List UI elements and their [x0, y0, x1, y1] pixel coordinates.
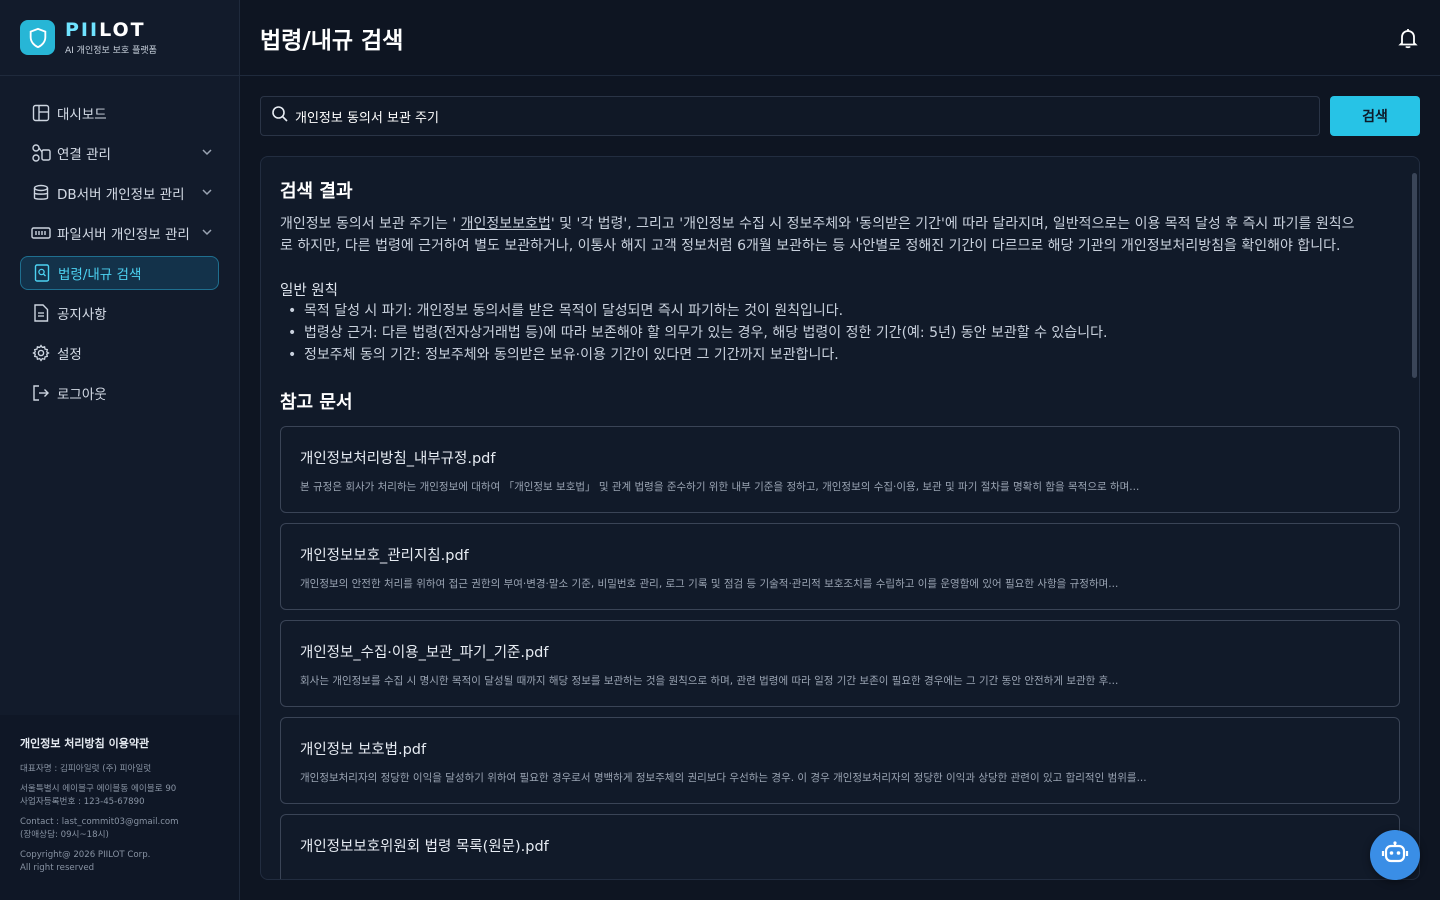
sidebar-item-dashboard[interactable]: 대시보드	[20, 96, 219, 130]
reference-excerpt: 개인정보처리자의 정당한 이익을 달성하기 위하여 필요한 경우로서 명백하게 …	[300, 772, 1147, 784]
sidebar-item-label: 공지사항	[57, 307, 107, 323]
search-row: 검색	[260, 96, 1420, 136]
reference-excerpt: 회사는 개인정보를 수집 시 명시한 목적이 달성될 때까지 해당 정보를 보관…	[300, 675, 1119, 687]
list-item: 목적 달성 시 파기: 개인정보 동의서를 받은 목적이 달성되면 즉시 파기하…	[280, 300, 1399, 322]
scrollbar[interactable]	[1412, 173, 1417, 378]
reference-card[interactable]: 개인정보보호위원회 법령 목록(원문).pdf	[280, 814, 1400, 879]
reference-excerpt: 본 규정은 회사가 처리하는 개인정보에 대하여 「개인정보 보호법」 및 관계…	[300, 481, 1140, 493]
sidebar-item-connection[interactable]: 연결 관리	[20, 136, 219, 170]
robot-icon	[1381, 841, 1409, 869]
notice-icon	[30, 302, 52, 324]
footer-copyright: Copyright@ 2026 PIILOT Corp.	[20, 849, 151, 860]
document-search-icon	[31, 262, 53, 284]
search-input[interactable]	[295, 108, 1195, 124]
sidebar-item-law-search[interactable]: 법령/내규 검색	[20, 256, 219, 290]
sidebar-item-notice[interactable]: 공지사항	[20, 296, 219, 330]
sidebar-item-label: 로그아웃	[57, 387, 107, 403]
sidebar: PIILOT AI 개인정보 보호 플랫폼 대시보드 연결 관리 DB서버 개인…	[0, 0, 240, 900]
sidebar-item-label: 설정	[57, 347, 82, 363]
reference-card[interactable]: 개인정보 보호법.pdf 개인정보처리자의 정당한 이익을 달성하기 위하여 필…	[280, 717, 1400, 804]
reference-excerpt: 개인정보의 안전한 처리를 위하여 접근 권한의 부여·변경·말소 기준, 비밀…	[300, 578, 1119, 590]
search-icon	[271, 105, 289, 127]
sidebar-item-file-server[interactable]: 파일서버 개인정보 관리	[20, 216, 219, 250]
sidebar-item-label: 법령/내규 검색	[58, 267, 142, 283]
page-title: 법령/내규 검색	[260, 27, 404, 54]
list-item: 법령상 근거: 다른 법령(전자상거래법 등)에 따라 보존해야 할 의무가 있…	[280, 322, 1399, 344]
footer-contact: Contact : last_commit03@gmail.com	[20, 816, 179, 827]
sidebar-item-label: 파일서버 개인정보 관리	[57, 227, 190, 243]
shield-logo-icon	[20, 20, 55, 55]
reference-name: 개인정보보호_관리지침.pdf	[300, 548, 469, 564]
brand: PIILOT AI 개인정보 보호 플랫폼	[0, 0, 239, 76]
footer-hours: (장애상담: 09시~18시)	[20, 830, 109, 840]
footer-biz-no: 사업자등록번호 : 123-45-67890	[20, 797, 145, 807]
main-content: 법령/내규 검색 검색 검색 결과 개인정보 동의서 보관 주기는 ' 개인정보…	[240, 0, 1440, 900]
references-title: 참고 문서	[280, 392, 353, 413]
reference-name: 개인정보 보호법.pdf	[300, 742, 427, 758]
sidebar-item-label: 대시보드	[57, 107, 107, 123]
chevron-down-icon[interactable]	[201, 186, 213, 202]
logout-icon	[30, 382, 52, 404]
principle-list: 목적 달성 시 파기: 개인정보 동의서를 받은 목적이 달성되면 즉시 파기하…	[280, 300, 1399, 366]
search-box	[260, 96, 1320, 136]
sidebar-item-label: 연결 관리	[57, 147, 111, 163]
chevron-down-icon[interactable]	[201, 226, 213, 242]
database-icon	[30, 182, 52, 204]
sidebar-item-db-server[interactable]: DB서버 개인정보 관리	[20, 176, 219, 210]
law-link[interactable]: 개인정보보호법	[461, 216, 551, 232]
topbar: 법령/내규 검색	[240, 0, 1440, 76]
sidebar-item-label: DB서버 개인정보 관리	[57, 187, 185, 203]
chatbot-button[interactable]	[1370, 830, 1420, 880]
brand-subtitle: AI 개인정보 보호 플랫폼	[65, 45, 157, 56]
principle-title: 일반 원칙	[280, 283, 338, 299]
sidebar-footer: 개인정보 처리방침 이용약관 대표자명 : 김피아일럿 (주) 피아일럿 서울특…	[0, 715, 239, 900]
reference-name: 개인정보처리방침_내부규정.pdf	[300, 451, 496, 467]
results-panel: 검색 결과 개인정보 동의서 보관 주기는 ' 개인정보보호법' 및 '각 법령…	[260, 156, 1420, 880]
reference-card[interactable]: 개인정보보호_관리지침.pdf 개인정보의 안전한 처리를 위하여 접근 권한의…	[280, 523, 1400, 610]
footer-policy-links[interactable]: 개인정보 처리방침 이용약관	[20, 735, 219, 751]
brand-name: PIILOT	[65, 18, 146, 41]
connection-icon	[30, 142, 52, 164]
gear-icon	[30, 342, 52, 364]
result-answer: 개인정보 동의서 보관 주기는 ' 개인정보보호법' 및 '각 법령', 그리고…	[280, 216, 1355, 254]
chevron-down-icon[interactable]	[201, 146, 213, 162]
footer-rights: All right reserved	[20, 863, 95, 873]
reference-name: 개인정보_수집·이용_보관_파기_기준.pdf	[300, 645, 549, 661]
reference-name: 개인정보보호위원회 법령 목록(원문).pdf	[300, 839, 549, 855]
sidebar-item-logout[interactable]: 로그아웃	[20, 376, 219, 410]
reference-card[interactable]: 개인정보처리방침_내부규정.pdf 본 규정은 회사가 처리하는 개인정보에 대…	[280, 426, 1400, 513]
footer-ceo: 대표자명 : 김피아일럿 (주) 피아일럿	[20, 764, 152, 774]
sidebar-item-settings[interactable]: 설정	[20, 336, 219, 370]
search-button[interactable]: 검색	[1330, 96, 1420, 136]
reference-card[interactable]: 개인정보_수집·이용_보관_파기_기준.pdf 회사는 개인정보를 수집 시 명…	[280, 620, 1400, 707]
file-server-icon	[30, 222, 52, 244]
dashboard-icon	[30, 102, 52, 124]
footer-address: 서울특별시 에이블구 에이블동 에이블로 90	[20, 783, 177, 794]
bell-icon[interactable]	[1396, 26, 1420, 50]
sidebar-nav: 대시보드 연결 관리 DB서버 개인정보 관리 파일서버 개인정보 관리 법령/…	[0, 76, 239, 416]
list-item: 정보주체 동의 기간: 정보주체와 동의받은 보유·이용 기간이 있다면 그 기…	[280, 344, 1399, 366]
result-title: 검색 결과	[280, 181, 353, 202]
